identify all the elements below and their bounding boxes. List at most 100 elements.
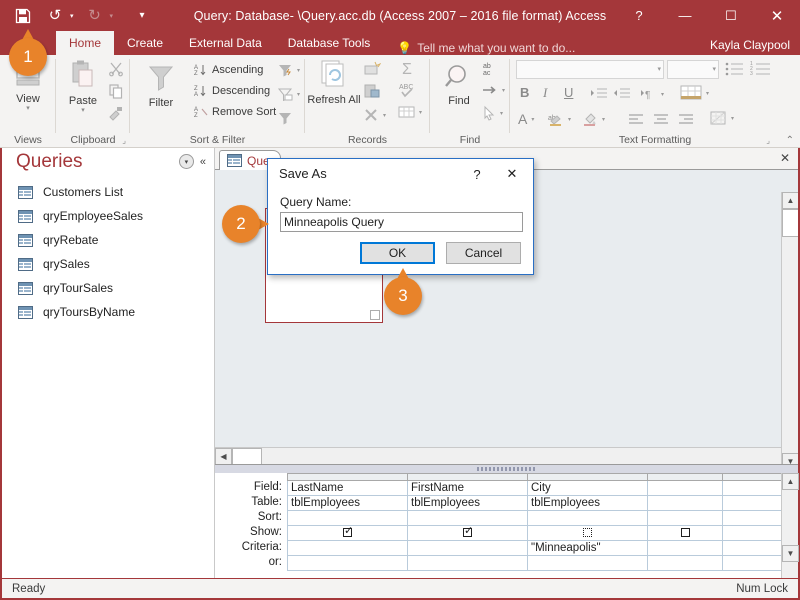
close-icon[interactable]: ✕ [754,0,800,31]
grid-cell-sort[interactable] [648,511,723,526]
text-formatting-dialog-launcher[interactable]: ⌟ [766,136,770,145]
apply-filter-button[interactable] [278,111,293,125]
chevron-down-icon[interactable]: ▾ [706,90,709,97]
spelling-button[interactable]: ABC [398,81,418,102]
collapse-ribbon-icon[interactable]: ⌃ [786,135,794,146]
grid-cell-field[interactable]: FirstName [408,481,528,496]
background-color-button[interactable]: ▾ [582,111,605,127]
remove-sort-button[interactable]: AZ Remove Sort [194,105,276,119]
grid-cell-or[interactable] [288,556,408,571]
tab-home[interactable]: Home [56,31,114,55]
tell-me-box[interactable]: 💡 Tell me what you want to do... [397,41,575,55]
grid-cell-or[interactable] [648,556,723,571]
minimize-icon[interactable]: — [662,0,708,31]
list-item[interactable]: qryRebate [2,228,214,252]
go-to-button[interactable]: ▾ [482,83,505,97]
collapse-pane-icon[interactable]: « [200,156,206,168]
list-item[interactable]: qryTourSales [2,276,214,300]
grid-cell-show[interactable] [408,526,528,541]
dialog-help-icon[interactable]: ? [467,164,487,184]
ok-button[interactable]: OK [360,242,435,264]
close-document-icon[interactable]: ✕ [780,151,790,165]
grid-cell-criteria[interactable] [288,541,408,556]
list-item[interactable]: qrySales [2,252,214,276]
cancel-button[interactable]: Cancel [446,242,521,264]
chevron-down-icon[interactable]: ▾ [297,67,300,74]
scroll-thumb-horizontal[interactable] [232,448,262,465]
navigation-menu-icon[interactable]: ▾ [179,154,194,169]
grid-vertical-scrollbar[interactable]: ▲ ▼ [781,473,798,578]
replace-button[interactable]: abac [482,61,504,80]
grid-cell-field[interactable] [723,481,782,496]
grid-cell-or[interactable] [408,556,528,571]
user-account-label[interactable]: Kayla Claypool [710,38,790,52]
increase-indent-button[interactable] [590,87,607,104]
text-direction-button[interactable]: ¶ ▾ [640,87,664,101]
grid-cell-table[interactable]: tblEmployees [528,496,648,511]
column-selector[interactable] [528,474,648,481]
more-records-button[interactable]: ▾ [398,105,422,119]
font-size-select[interactable]: ▾ [667,60,719,79]
copy-button[interactable] [108,83,124,102]
alternate-row-color-button[interactable]: ▾ [710,111,734,126]
list-item[interactable]: qryToursByName [2,300,214,324]
underline-button[interactable]: U [564,85,573,100]
filter-button[interactable]: Filter [134,63,188,109]
grid-column-headers[interactable] [288,474,782,481]
totals-button[interactable]: Σ [400,59,418,80]
grid-cell-sort[interactable] [288,511,408,526]
highlight-color-button[interactable]: ab ▾ [548,111,571,127]
view-dropdown-icon[interactable]: ▾ [26,105,30,112]
grid-cell-sort[interactable] [528,511,648,526]
grid-cell-field[interactable]: City [528,481,648,496]
chevron-down-icon[interactable]: ▾ [383,112,386,119]
show-checkbox[interactable] [583,528,592,537]
grid-cell-table[interactable]: tblEmployees [288,496,408,511]
scroll-down-icon[interactable]: ▼ [782,545,799,562]
clipboard-dialog-launcher[interactable]: ⌟ [122,136,126,145]
paste-dropdown-icon[interactable]: ▾ [81,107,85,114]
column-selector[interactable] [288,474,408,481]
toggle-filter-button[interactable]: ▾ [278,63,300,77]
numbered-list-button[interactable]: 123 [750,61,772,80]
grid-cell-sort[interactable] [723,511,782,526]
show-checkbox[interactable] [681,528,690,537]
datasheet-gridlines-button[interactable]: ▾ [680,85,709,102]
new-record-button[interactable] [363,61,381,80]
chevron-down-icon[interactable]: ▾ [419,109,422,116]
show-checkbox[interactable] [463,528,472,537]
scroll-down-icon[interactable]: ▼ [782,453,798,465]
grid-cell-field[interactable] [648,481,723,496]
grid-cell-criteria[interactable]: "Minneapolis" [528,541,648,556]
chevron-down-icon[interactable]: ▾ [531,116,534,123]
advanced-filter-button[interactable]: ▾ [278,87,300,101]
pane-splitter[interactable] [215,465,798,473]
show-checkbox[interactable] [343,528,352,537]
chevron-down-icon[interactable]: ▾ [731,115,734,122]
italic-button[interactable]: I [543,85,547,101]
decrease-indent-button[interactable] [613,87,630,104]
grid-cell-show[interactable] [288,526,408,541]
cut-button[interactable] [108,61,124,80]
delete-record-button[interactable]: ▾ [363,107,386,123]
scroll-up-icon[interactable]: ▲ [782,473,799,490]
tab-create[interactable]: Create [114,31,176,55]
grid-cell-table[interactable] [648,496,723,511]
list-item[interactable]: qryEmployeeSales [2,204,214,228]
grid-cell-or[interactable] [723,556,782,571]
grid-cell-criteria[interactable] [408,541,528,556]
chevron-down-icon[interactable]: ▾ [500,110,503,117]
chevron-down-icon[interactable]: ▾ [661,91,664,98]
column-selector[interactable] [648,474,723,481]
bullet-list-button[interactable] [725,61,745,80]
scroll-left-icon[interactable]: ◀ [215,448,232,465]
chevron-down-icon[interactable]: ▾ [602,116,605,123]
chevron-down-icon[interactable]: ▾ [657,65,661,73]
grid-cell-sort[interactable] [408,511,528,526]
paste-button[interactable]: Paste ▾ [56,59,110,114]
grid-cell-criteria[interactable] [723,541,782,556]
grid-cell-table[interactable] [723,496,782,511]
design-horizontal-scrollbar[interactable]: ◀ [215,447,781,464]
save-record-button[interactable] [363,83,381,102]
grid-cell-or[interactable] [528,556,648,571]
